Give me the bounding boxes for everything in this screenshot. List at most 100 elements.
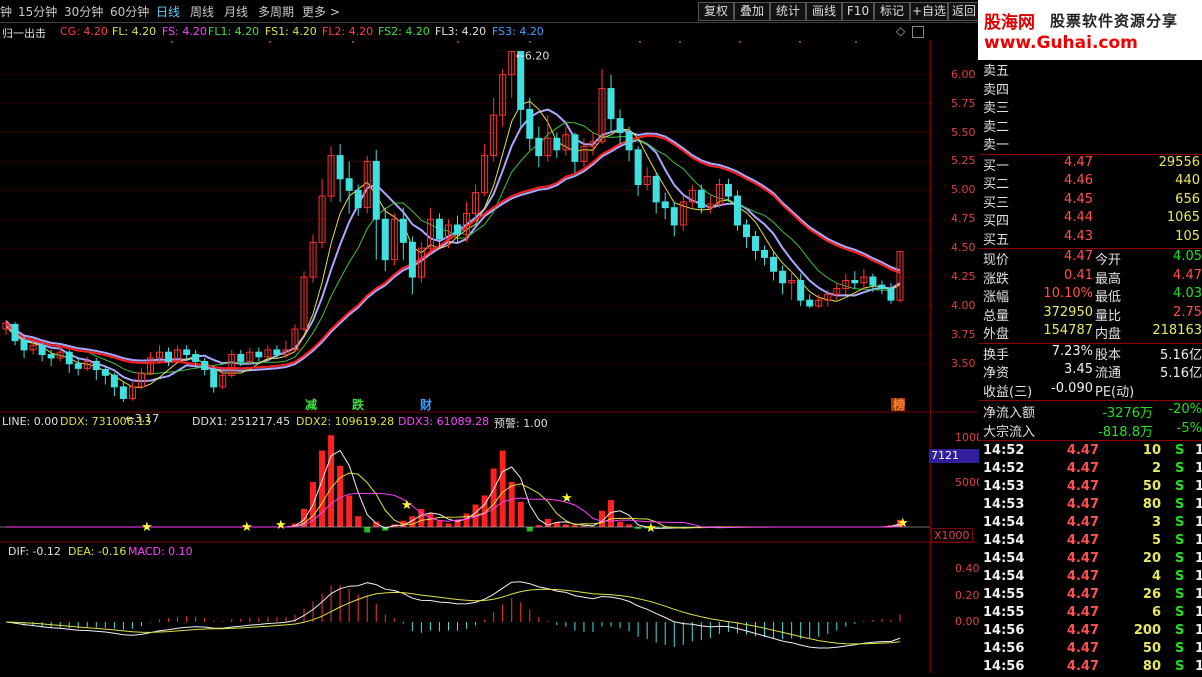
fund-label: 流通 [1095, 362, 1121, 381]
candle-body [455, 225, 461, 234]
tick-side: S [1175, 533, 1184, 548]
overlay-button[interactable]: 叠加 [734, 2, 770, 21]
buy-level-price: 4.44 [1023, 210, 1093, 225]
warning-star-icon: ★ [275, 518, 287, 533]
macd-axis-000: 0.00 [955, 615, 980, 628]
tick-volume: 50 [1113, 641, 1161, 656]
tab-period-week[interactable]: 周线 [190, 3, 214, 20]
warning-star-icon: ★ [241, 520, 253, 535]
tab-period-60m[interactable]: 60分钟 [110, 3, 149, 20]
buy-level-volume: 105 [1133, 229, 1200, 244]
buy-level-volume: 29556 [1133, 155, 1200, 170]
ma-yellow-line [6, 101, 900, 387]
fund-label: 股本 [1095, 344, 1121, 363]
maximize-icon[interactable] [912, 26, 924, 38]
quote-value: 4.47 [1023, 249, 1093, 264]
tick-side: S [1175, 605, 1184, 620]
candle-body [48, 355, 54, 358]
candle-body [346, 179, 352, 191]
panel-row: 现价4.47今开4.05 [983, 249, 1202, 267]
tick-volume: 20 [1113, 551, 1161, 566]
draw-button[interactable]: 画线 [806, 2, 842, 21]
ddx-bar [436, 521, 442, 527]
tab-period-day[interactable]: 日线 [156, 3, 180, 20]
panel-row: 14:544.4720S1 [983, 551, 1202, 569]
candle-body [93, 361, 99, 369]
tab-period-min[interactable]: 钟 [0, 3, 12, 20]
tick-side: S [1175, 641, 1184, 656]
macd-item: DEA: -0.16 [68, 545, 126, 558]
sell-level-label: 卖四 [983, 79, 1009, 98]
mark-button[interactable]: 标记 [874, 2, 910, 21]
quote-label: 涨幅 [983, 286, 1009, 305]
buy-level-price: 4.47 [1023, 155, 1093, 170]
panel-row: 买一4.4729556 [983, 155, 1202, 173]
ddx-bar [617, 522, 623, 527]
tick-side: S [1175, 623, 1184, 638]
tick-price: 4.47 [1053, 479, 1099, 494]
ddx-bar [346, 496, 352, 528]
ddx-bar [355, 516, 361, 527]
period-toolbar: 钟 15分钟 30分钟 60分钟 日线 周线 月线 多周期 更多 > 复权 叠加… [0, 0, 978, 23]
panel-row: 买五4.43105 [983, 229, 1202, 247]
ddx-bar [464, 514, 470, 528]
candle-body [617, 119, 623, 133]
ddx-bar [364, 527, 370, 532]
indicator-item: FL2: 4.20 [322, 25, 373, 38]
tab-period-multi[interactable]: 多周期 [258, 3, 294, 20]
ddx-bar [608, 500, 614, 527]
candle-body [274, 350, 280, 355]
tick-time: 14:53 [983, 479, 1024, 494]
candle-body [337, 156, 343, 179]
tick-time: 14:54 [983, 551, 1024, 566]
candle-body [355, 190, 361, 207]
tick-time: 14:54 [983, 533, 1024, 548]
candle-body [671, 208, 677, 225]
add-watchlist-button[interactable]: +自选 [910, 2, 948, 21]
lower-band-line [6, 140, 900, 381]
panel-row: 卖二 [983, 116, 1202, 134]
quote-value: 4.03 [1133, 286, 1202, 301]
price-axis-label: 5.50 [951, 126, 976, 139]
warning-star-icon: ★ [645, 521, 657, 536]
candle-body [807, 300, 813, 306]
tick-price: 4.47 [1053, 641, 1099, 656]
flow-pct: -20% [1155, 402, 1202, 417]
tab-period-15m[interactable]: 15分钟 [18, 3, 57, 20]
indicator-item: FS1: 4.20 [265, 25, 317, 38]
tick-side: S [1175, 515, 1184, 530]
sell-level-label: 卖五 [983, 60, 1009, 79]
tick-count: 1 [1195, 533, 1202, 548]
diamond-icon[interactable]: ◇ [896, 24, 905, 38]
f10-button[interactable]: F10 [842, 2, 874, 21]
tick-side: S [1175, 479, 1184, 494]
candle-body [780, 271, 786, 283]
candle-body [536, 138, 542, 155]
quote-label: 现价 [983, 249, 1009, 268]
stats-button[interactable]: 统计 [770, 2, 806, 21]
fuquan-button[interactable]: 复权 [698, 2, 734, 21]
quote-label: 涨跌 [983, 268, 1009, 287]
candle-body [409, 242, 415, 277]
candle-body [120, 387, 126, 399]
ddx-bar [509, 482, 515, 527]
fund-label: PE(动) [1095, 381, 1134, 400]
flow-value: -818.8万 [1073, 421, 1153, 440]
flow-label: 大宗流入 [983, 421, 1035, 440]
tab-period-30m[interactable]: 30分钟 [64, 3, 103, 20]
indicator-name[interactable]: 归一出击 [2, 25, 46, 41]
candle-body [102, 370, 108, 376]
kline-chart[interactable]: ←6.20←3.17减跌财榜★★★★★★★ [0, 40, 978, 673]
ddx-item: DDX2: 109619.28 [296, 415, 394, 428]
tab-period-more[interactable]: 更多 > [302, 3, 340, 20]
back-button[interactable]: 返回 [948, 2, 980, 21]
candle-body [762, 250, 768, 257]
ddx-bar [319, 451, 325, 528]
tick-price: 4.47 [1053, 533, 1099, 548]
ddx-item: DDX1: 251217.45 [192, 415, 290, 428]
fund-value: 3.45 [1023, 362, 1093, 377]
candle-body [66, 352, 72, 364]
tick-side: S [1175, 587, 1184, 602]
tick-side: S [1175, 659, 1184, 674]
tab-period-month[interactable]: 月线 [224, 3, 248, 20]
